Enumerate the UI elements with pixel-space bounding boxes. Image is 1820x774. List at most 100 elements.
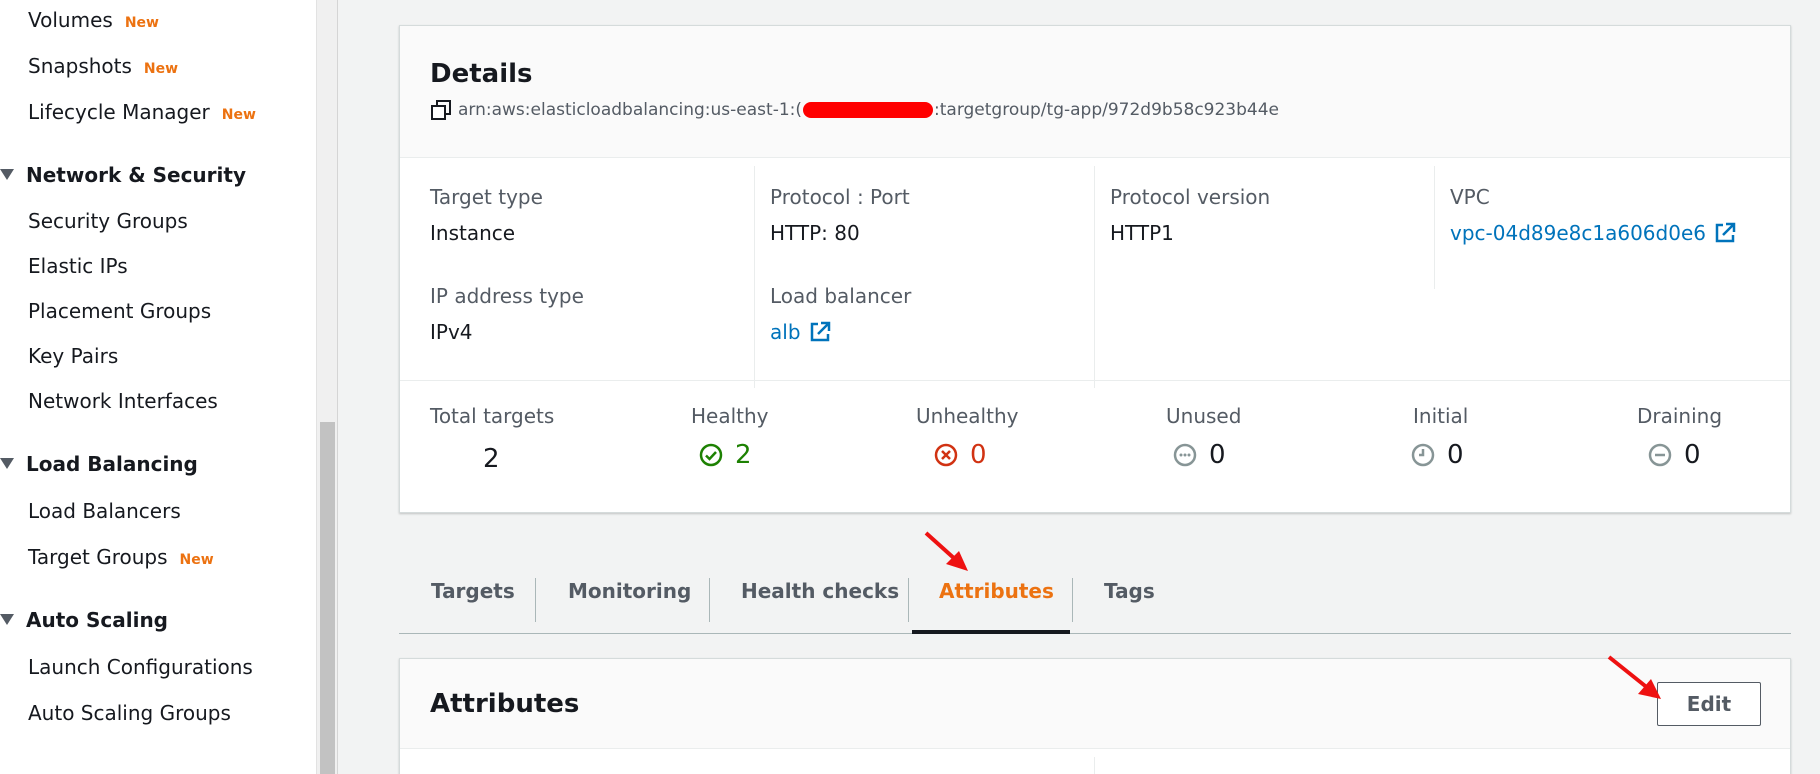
arn-prefix-char: (	[795, 100, 803, 120]
sidebar-item-label: Key Pairs	[28, 344, 119, 368]
load-balancer-link[interactable]: alb	[770, 320, 831, 344]
sidebar-item-label: Snapshots	[28, 54, 132, 78]
healthy-stat[interactable]: 2	[699, 440, 752, 470]
initial-label: Initial	[1413, 404, 1469, 428]
section-network-security[interactable]: Network & Security	[0, 163, 246, 187]
protocol-version-value: HTTP1	[1110, 221, 1174, 245]
initial-stat[interactable]: 0	[1411, 440, 1464, 470]
attributes-panel: Attributes Edit	[399, 658, 1791, 774]
healthy-label: Healthy	[691, 404, 769, 428]
target-type-value: Instance	[430, 221, 516, 245]
dots-circle-icon	[1173, 443, 1197, 467]
unused-label: Unused	[1166, 404, 1242, 428]
protocol-version-label: Protocol version	[1110, 185, 1271, 209]
ip-address-type-value: IPv4	[430, 320, 473, 344]
unhealthy-stat[interactable]: 0	[934, 440, 987, 470]
section-label: Load Balancing	[26, 452, 198, 476]
red-arrow-annotation	[1607, 655, 1661, 699]
caret-down-icon	[0, 169, 14, 180]
new-badge: New	[143, 61, 179, 77]
edit-button[interactable]: Edit	[1657, 682, 1761, 726]
load-balancer-value: alb	[770, 320, 801, 344]
unused-stat[interactable]: 0	[1173, 440, 1226, 470]
tab-divider	[908, 578, 909, 622]
copy-icon[interactable]	[430, 99, 452, 121]
sidebar-item-auto-scaling-groups[interactable]: Auto Scaling Groups	[28, 701, 231, 725]
sidebar-item-volumes[interactable]: Volumes New	[28, 8, 159, 32]
sidebar-item-label: Target Groups	[28, 545, 168, 569]
scrollbar-thumb[interactable]	[320, 422, 335, 774]
clock-circle-icon	[1411, 443, 1435, 467]
sidebar-item-label: Auto Scaling Groups	[28, 701, 231, 725]
sidebar-item-label: Volumes	[28, 8, 113, 32]
tab-divider	[535, 578, 536, 622]
section-load-balancing[interactable]: Load Balancing	[0, 452, 198, 476]
details-header: Details arn:aws:elasticloadbalancing:us-…	[400, 26, 1790, 158]
column-divider	[1434, 166, 1435, 289]
protocol-port-label: Protocol : Port	[770, 185, 910, 209]
sidebar-item-label: Launch Configurations	[28, 655, 253, 679]
sidebar-item-load-balancers[interactable]: Load Balancers	[28, 499, 181, 523]
draining-label: Draining	[1637, 404, 1723, 428]
sidebar-item-snapshots[interactable]: Snapshots New	[28, 54, 178, 78]
tab-monitoring[interactable]: Monitoring	[568, 560, 691, 634]
tab-tags[interactable]: Tags	[1104, 560, 1155, 634]
tab-health-checks[interactable]: Health checks	[741, 560, 899, 634]
arn-suffix: :targetgroup/tg-app/972d9b58c923b44e	[934, 100, 1280, 120]
new-badge: New	[221, 107, 256, 123]
sidebar-item-security-groups[interactable]: Security Groups	[28, 209, 188, 233]
sidebar-item-label: Security Groups	[28, 209, 188, 233]
sidebar-item-network-interfaces[interactable]: Network Interfaces	[28, 389, 218, 413]
x-circle-icon	[934, 443, 958, 467]
unhealthy-value: 0	[970, 440, 987, 470]
arn-row: arn:aws:elasticloadbalancing:us-east-1:(…	[430, 99, 1279, 121]
tab-divider	[1072, 578, 1073, 622]
sidebar-item-key-pairs[interactable]: Key Pairs	[28, 344, 118, 368]
section-label: Auto Scaling	[26, 608, 169, 632]
stats-divider	[400, 380, 1790, 381]
sidebar-item-placement-groups[interactable]: Placement Groups	[28, 299, 211, 323]
target-type-label: Target type	[430, 185, 543, 209]
sidebar-item-target-groups[interactable]: Target Groups New	[28, 545, 214, 569]
attributes-title: Attributes	[430, 689, 580, 719]
total-targets-label: Total targets	[430, 404, 555, 428]
draining-value: 0	[1684, 440, 1701, 470]
external-link-icon	[1715, 222, 1736, 243]
sidebar-item-label: Lifecycle Manager	[28, 100, 210, 124]
arn-prefix: arn:aws:elasticloadbalancing:us-east-1:	[458, 100, 796, 120]
unused-value: 0	[1209, 440, 1226, 470]
vpc-label: VPC	[1450, 185, 1490, 209]
caret-down-icon	[0, 614, 14, 625]
protocol-port-value: HTTP: 80	[770, 221, 860, 245]
sidebar-item-label: Placement Groups	[28, 299, 212, 323]
section-label: Network & Security	[26, 163, 246, 187]
sidebar-item-elastic-ips[interactable]: Elastic IPs	[28, 254, 128, 278]
vpc-link[interactable]: vpc-04d89e8c1a606d0e6	[1450, 221, 1736, 245]
minus-circle-icon	[1648, 443, 1672, 467]
new-badge: New	[179, 552, 214, 568]
column-divider	[1094, 166, 1095, 388]
external-link-icon	[810, 321, 830, 342]
caret-down-icon	[0, 458, 14, 469]
sidebar-item-launch-configurations[interactable]: Launch Configurations	[28, 655, 253, 679]
unhealthy-label: Unhealthy	[916, 404, 1019, 428]
load-balancer-label: Load balancer	[770, 284, 912, 308]
redaction-mark	[803, 102, 934, 118]
ip-address-type-label: IP address type	[430, 284, 584, 308]
new-badge: New	[124, 15, 159, 31]
details-panel: Details arn:aws:elasticloadbalancing:us-…	[399, 25, 1791, 513]
check-circle-icon	[699, 443, 723, 467]
sidebar-item-label: Network Interfaces	[28, 389, 218, 413]
sidebar-item-lifecycle-manager[interactable]: Lifecycle Manager New	[28, 100, 256, 124]
tab-bar: Targets Monitoring Health checks Attribu…	[399, 560, 1791, 634]
tab-targets[interactable]: Targets	[431, 560, 515, 634]
initial-value: 0	[1447, 440, 1464, 470]
total-targets-value: 2	[483, 444, 500, 474]
vpc-value: vpc-04d89e8c1a606d0e6	[1450, 221, 1706, 245]
sidebar-scrollbar[interactable]	[316, 0, 338, 774]
draining-stat[interactable]: 0	[1648, 440, 1701, 470]
column-divider	[1094, 757, 1095, 774]
section-auto-scaling[interactable]: Auto Scaling	[0, 608, 168, 632]
sidebar-item-label: Load Balancers	[28, 499, 181, 523]
attributes-header: Attributes Edit	[400, 659, 1790, 749]
